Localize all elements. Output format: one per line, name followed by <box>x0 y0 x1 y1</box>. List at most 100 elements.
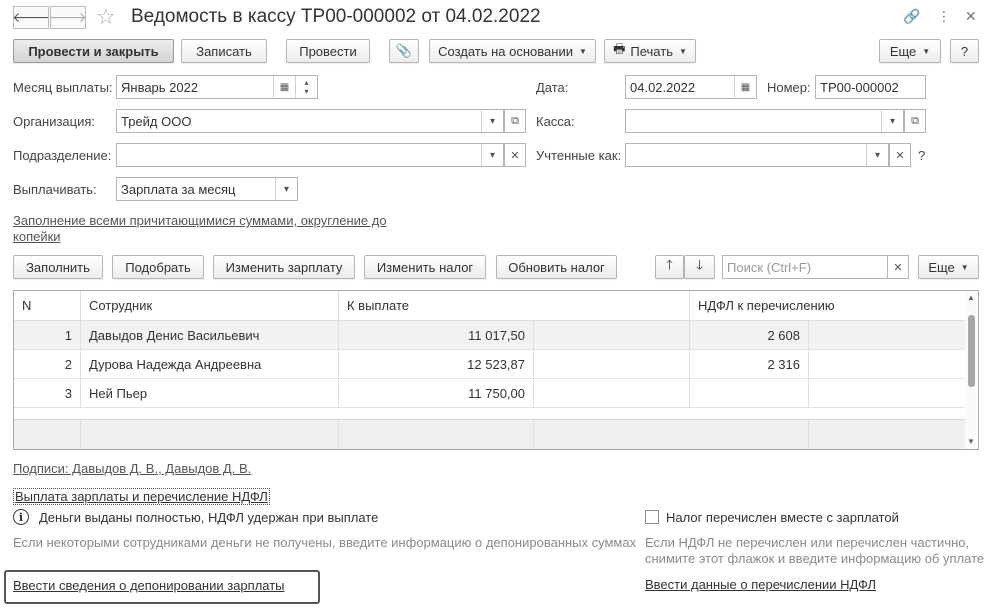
month-field[interactable]: Январь 2022 ▦ ▴ ▾ <box>116 75 318 99</box>
tax-payment-link[interactable]: Ввести данные о перечислении НДФЛ <box>645 577 876 592</box>
pay-select[interactable]: Зарплата за месяц ▾ <box>116 177 298 201</box>
row-spacer <box>534 350 690 378</box>
arrow-up-icon: 🡑 <box>666 257 673 272</box>
fill-mode-link-continued[interactable]: копейки <box>13 229 61 244</box>
attach-button[interactable]: 📎 <box>389 39 419 63</box>
row-number: 1 <box>14 321 81 349</box>
number-field[interactable]: ТР00-000002 <box>815 75 926 99</box>
arrow-down-icon: 🡓 <box>696 257 703 272</box>
footer-cell <box>14 420 81 449</box>
open-cashbox-button[interactable]: ⧉ <box>904 109 926 133</box>
more-menu-icon[interactable]: ⋮ <box>937 8 951 25</box>
salary-payment-section-link[interactable]: Выплата зарплаты и перечисление НДФЛ <box>13 488 270 505</box>
open-organization-button[interactable]: ⧉ <box>504 109 526 133</box>
move-down-button[interactable]: 🡓 <box>684 255 715 279</box>
window-title: Ведомость в кассу ТР00-000002 от 04.02.2… <box>131 6 541 27</box>
row-tax: 2 316 <box>690 350 809 378</box>
tax-paid-checkbox[interactable] <box>645 510 659 524</box>
division-field[interactable]: ▾ <box>116 143 504 167</box>
change-salary-button[interactable]: Изменить зарплату <box>213 255 355 279</box>
create-based-on-button[interactable]: Создать на основании ▼ <box>429 39 596 63</box>
chevron-down-icon: ▼ <box>922 46 931 56</box>
date-field[interactable]: 04.02.2022 ▦ <box>625 75 757 99</box>
date-label: Дата: <box>536 80 569 95</box>
row-tax: 2 608 <box>690 321 809 349</box>
more-button[interactable]: Еще ▼ <box>879 39 941 63</box>
column-header-employee[interactable]: Сотрудник <box>81 291 339 320</box>
employees-table[interactable]: N Сотрудник К выплате НДФЛ к перечислени… <box>13 290 979 450</box>
organization-field[interactable]: Трейд ООО ▾ <box>116 109 504 133</box>
column-header-amount[interactable]: К выплате <box>339 291 690 320</box>
update-tax-button[interactable]: Обновить налог <box>496 255 617 279</box>
dropdown-icon[interactable]: ▾ <box>481 110 503 132</box>
scroll-down-icon[interactable]: ▼ <box>967 437 975 446</box>
deposit-link[interactable]: Ввести сведения о депонировании зарплаты <box>13 578 285 593</box>
dropdown-icon[interactable]: ▾ <box>275 178 297 200</box>
save-button[interactable]: Записать <box>181 39 267 63</box>
division-label: Подразделение: <box>13 148 112 163</box>
chevron-down-icon: ▼ <box>678 46 687 56</box>
cashbox-field[interactable]: ▾ <box>625 109 904 133</box>
table-row[interactable]: 2 Дурова Надежда Андреевна 12 523,87 2 3… <box>14 350 967 379</box>
pick-button[interactable]: Подобрать <box>112 255 204 279</box>
back-button[interactable]: 🡐 <box>12 6 50 29</box>
clear-division-button[interactable]: ✕ <box>504 143 526 167</box>
row-employee: Ней Пьер <box>81 379 339 407</box>
column-header-n[interactable]: N <box>14 291 81 320</box>
footer-cell <box>534 420 809 449</box>
row-tax <box>690 379 809 407</box>
date-value: 04.02.2022 <box>630 79 696 95</box>
calendar-icon[interactable]: ▦ <box>734 76 756 98</box>
calendar-icon[interactable]: ▦ <box>273 76 295 98</box>
clear-search-button[interactable]: ✕ <box>887 255 909 279</box>
search-placeholder: Поиск (Ctrl+F) <box>727 259 812 275</box>
row-number: 3 <box>14 379 81 407</box>
close-icon[interactable]: ✕ <box>965 8 977 25</box>
scroll-up-icon[interactable]: ▲ <box>967 293 975 302</box>
dropdown-icon[interactable]: ▾ <box>866 144 888 166</box>
fill-mode-link[interactable]: Заполнение всеми причитающимися суммами,… <box>13 213 387 228</box>
forward-button[interactable]: 🡒 <box>49 6 87 29</box>
print-label: Печать <box>630 43 673 59</box>
change-tax-button[interactable]: Изменить налог <box>364 255 486 279</box>
row-employee: Давыдов Денис Васильевич <box>81 321 339 349</box>
footer-cell <box>81 420 339 449</box>
help-button[interactable]: ? <box>950 39 979 63</box>
arrow-left-icon: 🡐 <box>12 9 50 25</box>
table-footer <box>14 419 967 449</box>
tax-hint-line-2: снимите этот флажок и введите информацию… <box>645 551 985 566</box>
table-row[interactable]: 1 Давыдов Денис Васильевич 11 017,50 2 6… <box>14 321 967 350</box>
table-scrollbar[interactable]: ▲ ▼ <box>965 291 978 449</box>
table-more-label: Еще <box>928 259 955 275</box>
print-button[interactable]: 🖶 Печать ▼ <box>604 39 696 63</box>
row-amount: 11 017,50 <box>339 321 534 349</box>
footer-cell <box>339 420 534 449</box>
link-icon[interactable]: 🔗 <box>903 8 920 25</box>
post-and-close-button[interactable]: Провести и закрыть <box>13 39 174 63</box>
table-more-button[interactable]: Еще ▼ <box>918 255 979 279</box>
number-value: ТР00-000002 <box>820 79 899 95</box>
column-header-tax[interactable]: НДФЛ к перечислению <box>690 291 967 320</box>
fill-button[interactable]: Заполнить <box>13 255 103 279</box>
move-up-button[interactable]: 🡑 <box>655 255 684 279</box>
table-row[interactable]: 3 Ней Пьер 11 750,00 <box>14 379 967 408</box>
search-input[interactable]: Поиск (Ctrl+F) <box>722 255 888 279</box>
dropdown-icon[interactable]: ▾ <box>481 144 503 166</box>
star-icon[interactable]: ☆ <box>96 4 116 30</box>
month-label: Месяц выплаты: <box>13 80 113 95</box>
tax-hint-line-1: Если НДФЛ не перечислен или перечислен ч… <box>645 535 970 550</box>
signatures-link[interactable]: Подписи: Давыдов Д. В., Давыдов Д. В. <box>13 461 251 476</box>
post-button[interactable]: Провести <box>286 39 370 63</box>
create-based-on-label: Создать на основании <box>438 43 573 59</box>
accounted-as-field[interactable]: ▾ <box>625 143 889 167</box>
row-spacer <box>534 321 690 349</box>
row-spacer <box>534 379 690 407</box>
clear-accounted-as-button[interactable]: ✕ <box>889 143 911 167</box>
payment-status-text: Деньги выданы полностью, НДФЛ удержан пр… <box>39 510 379 525</box>
accounted-as-help[interactable]: ? <box>918 148 925 163</box>
month-spinner[interactable]: ▴ ▾ <box>295 76 317 98</box>
more-label: Еще <box>889 43 917 59</box>
dropdown-icon[interactable]: ▾ <box>881 110 903 132</box>
scroll-thumb[interactable] <box>968 315 975 387</box>
tax-paid-label: Налог перечислен вместе с зарплатой <box>666 510 899 525</box>
